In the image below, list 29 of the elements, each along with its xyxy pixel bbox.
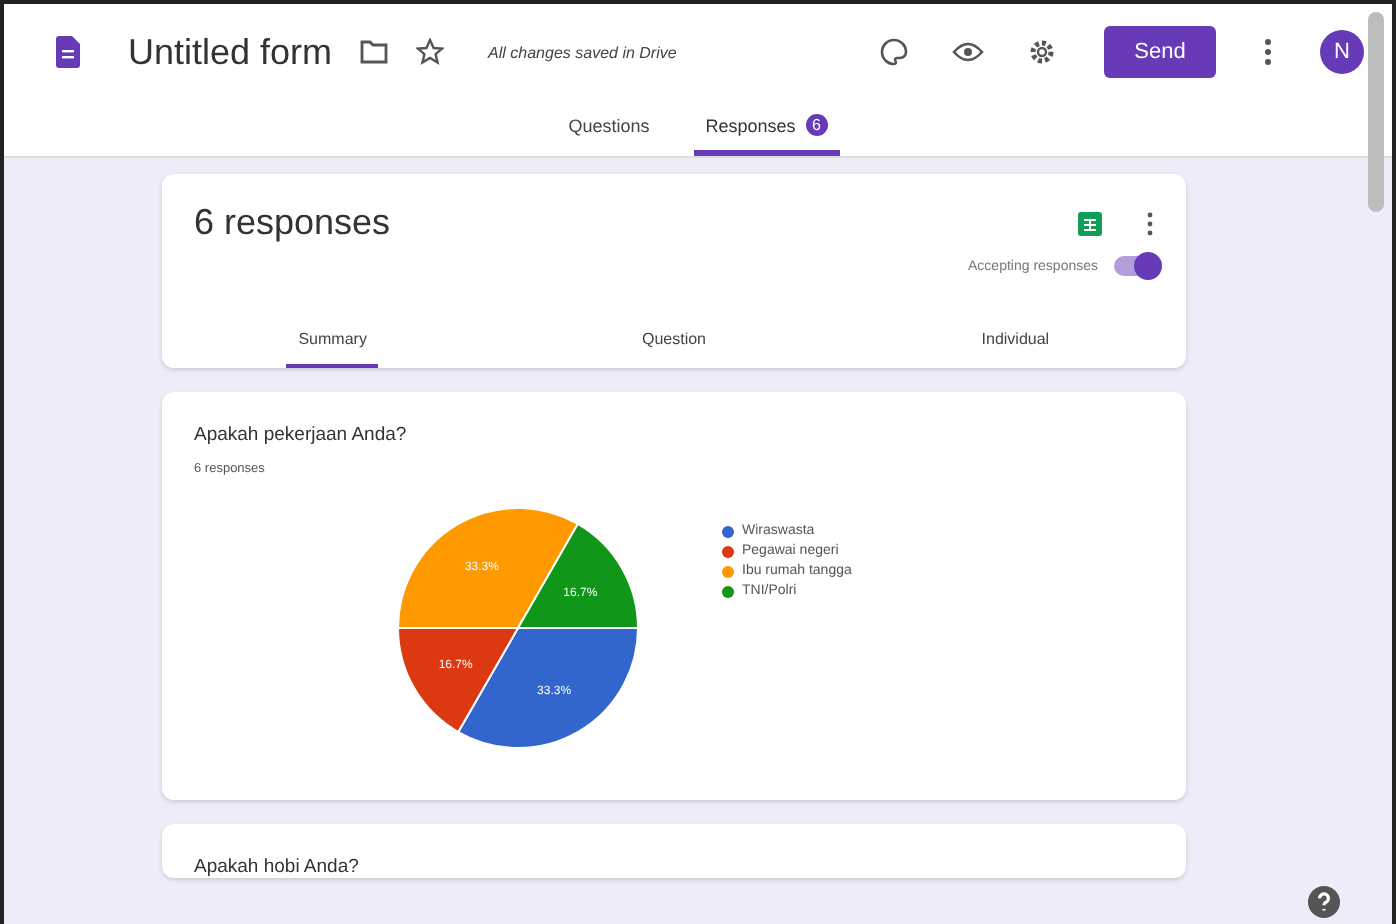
settings-icon[interactable] bbox=[1028, 38, 1056, 66]
scrollbar[interactable] bbox=[1368, 12, 1384, 212]
view-tab[interactable]: Question bbox=[629, 329, 719, 367]
responses-count: 6 responses bbox=[194, 202, 393, 244]
forms-logo-icon[interactable] bbox=[56, 36, 80, 68]
legend-dot bbox=[722, 545, 734, 557]
tab[interactable]: Questions bbox=[556, 100, 662, 156]
question-title: Apakah hobi Anda? bbox=[194, 856, 361, 878]
legend-dot bbox=[722, 565, 734, 577]
view-tab[interactable]: Individual bbox=[969, 329, 1062, 367]
view-tab[interactable]: Summary bbox=[286, 329, 379, 367]
send-button[interactable]: Send bbox=[1104, 26, 1216, 78]
form-title[interactable]: Untitled form bbox=[128, 31, 333, 73]
palette-icon[interactable] bbox=[880, 38, 908, 66]
legend-dot bbox=[722, 585, 734, 597]
eye-icon[interactable] bbox=[952, 40, 984, 64]
question-title: Apakah pekerjaan Anda? bbox=[194, 424, 409, 446]
accepting-toggle[interactable] bbox=[1114, 256, 1158, 276]
spreadsheet-icon[interactable] bbox=[1078, 211, 1102, 235]
more-icon[interactable] bbox=[1264, 38, 1272, 66]
legend-dot bbox=[722, 525, 734, 537]
avatar[interactable]: N bbox=[1320, 30, 1364, 74]
save-status: All changes saved in Drive bbox=[488, 43, 677, 61]
folder-icon[interactable] bbox=[360, 40, 389, 64]
tab[interactable]: Responses 6 bbox=[693, 100, 840, 156]
more-icon[interactable] bbox=[1146, 211, 1154, 235]
count-badge: 6 bbox=[805, 114, 828, 136]
help-icon[interactable] bbox=[1308, 886, 1340, 918]
star-icon[interactable] bbox=[416, 38, 445, 66]
